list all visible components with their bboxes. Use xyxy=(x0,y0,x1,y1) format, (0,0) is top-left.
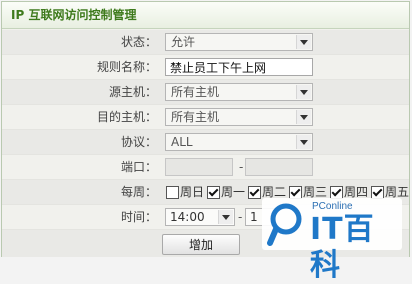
time-start-value: 14:00 xyxy=(170,210,205,224)
day-friday[interactable]: 周五 xyxy=(371,185,409,199)
protocol-row: 协议： ALL xyxy=(2,130,409,155)
status-value: 允许 xyxy=(171,35,196,49)
status-label: 状态： xyxy=(120,35,157,49)
time-start-select[interactable]: 14:00 xyxy=(165,208,235,226)
checkbox[interactable] xyxy=(248,186,261,199)
day-tuesday[interactable]: 周二 xyxy=(248,185,286,199)
day-sunday[interactable]: 周日 xyxy=(166,185,204,199)
watermark: PConline IT百科 xyxy=(262,198,402,283)
watermark-name: IT百科 xyxy=(310,212,375,283)
port-start-input[interactable] xyxy=(165,158,233,176)
status-select[interactable]: 允许 xyxy=(165,33,313,51)
day-monday[interactable]: 周一 xyxy=(207,185,245,199)
dest-host-label: 目的主机： xyxy=(96,110,157,124)
source-host-row: 源主机： 所有主机 xyxy=(2,80,409,105)
status-row: 状态： 允许 xyxy=(2,30,409,55)
protocol-label: 协议： xyxy=(120,135,157,149)
dest-host-select[interactable]: 所有主机 xyxy=(165,108,313,126)
port-row: 端口： - xyxy=(2,155,409,180)
chevron-down-icon xyxy=(296,85,311,99)
rule-name-row: 规则名称： xyxy=(2,55,409,80)
chevron-down-icon xyxy=(218,210,233,224)
protocol-value: ALL xyxy=(171,135,193,149)
source-host-label: 源主机： xyxy=(108,85,157,99)
protocol-select[interactable]: ALL xyxy=(165,133,313,151)
chevron-down-icon xyxy=(296,35,311,49)
time-end-value: 1 xyxy=(250,210,258,224)
chevron-down-icon xyxy=(296,135,311,149)
port-label: 端口： xyxy=(120,160,157,174)
watermark-brand: PConline xyxy=(312,201,353,212)
source-host-value: 所有主机 xyxy=(171,85,220,99)
source-host-select[interactable]: 所有主机 xyxy=(165,83,313,101)
dest-host-value: 所有主机 xyxy=(171,110,220,124)
magnifier-logo-icon xyxy=(267,203,302,246)
panel-title: IP 互联网访问控制管理 xyxy=(2,2,409,29)
port-separator: - xyxy=(239,160,244,174)
day-wednesday[interactable]: 周三 xyxy=(289,185,327,199)
day-thursday[interactable]: 周四 xyxy=(330,185,368,199)
checkbox[interactable] xyxy=(207,186,220,199)
chevron-down-icon xyxy=(296,110,311,124)
checkbox[interactable] xyxy=(166,186,179,199)
rule-name-input[interactable] xyxy=(165,58,313,76)
port-end-input[interactable] xyxy=(245,158,313,176)
time-label: 时间： xyxy=(120,210,157,224)
dest-host-row: 目的主机： 所有主机 xyxy=(2,105,409,130)
time-separator: - xyxy=(238,210,243,224)
add-button[interactable]: 增加 xyxy=(162,234,240,255)
rule-name-label: 规则名称： xyxy=(96,60,157,74)
weekly-label: 每周： xyxy=(120,185,157,199)
